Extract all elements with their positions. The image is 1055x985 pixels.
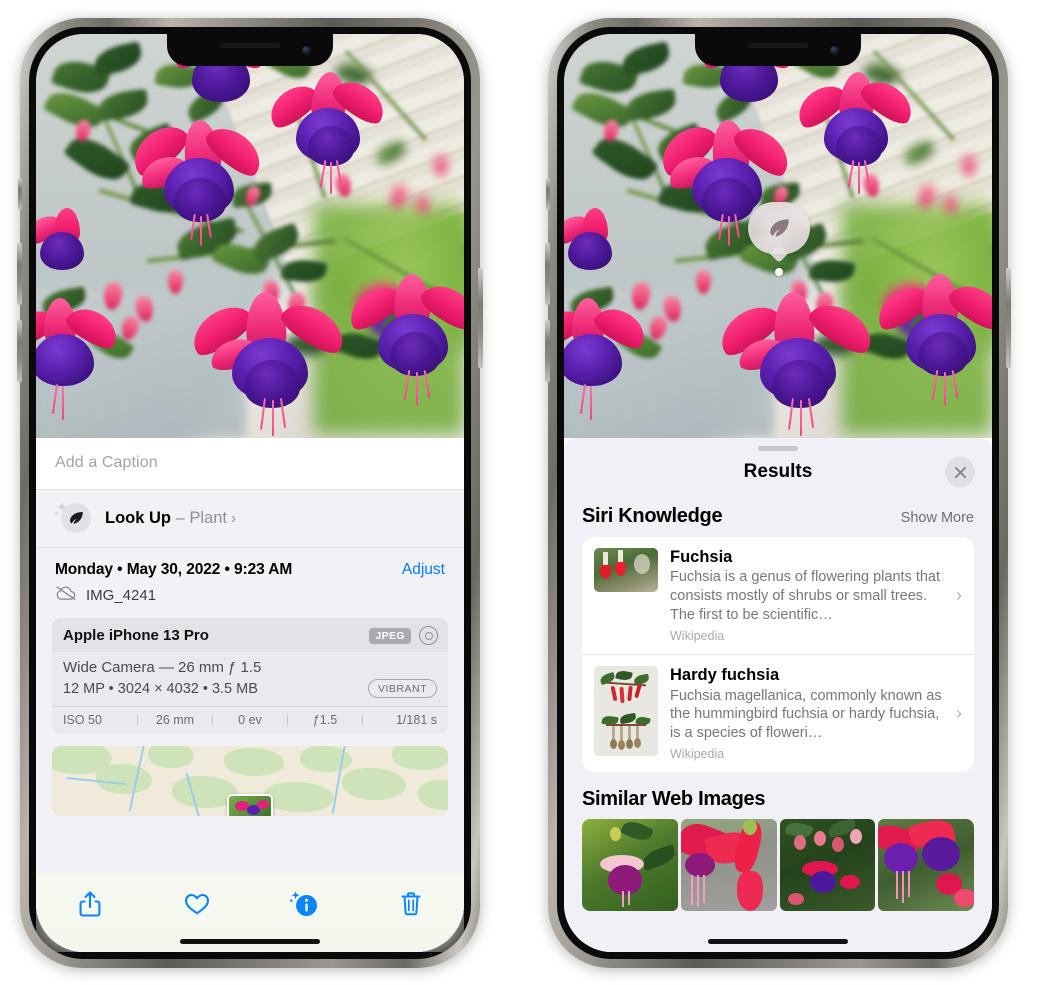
lens-description: Wide Camera — 26 mm ƒ 1.5 [63,659,262,676]
size-row: 12 MP • 3024 × 4032 • 3.5 MB VIBRANT [63,679,437,698]
earpiece-speaker [748,43,808,48]
result-body: Hardy fuchsia Fuchsia magellanica, commo… [670,666,942,761]
chevron-right-icon: › [956,703,962,724]
result-title: Fuchsia [670,548,733,566]
notch [167,34,333,66]
home-indicator[interactable] [708,939,848,944]
photographic-style-badge: VIBRANT [367,679,437,698]
volume-down-button[interactable] [545,320,550,382]
favorite-button[interactable] [169,886,225,922]
sparkle-small-icon: ✦ [53,509,60,518]
exif-exposure: 0 ev [238,713,262,727]
adjust-button[interactable]: Adjust [402,561,445,579]
silent-switch[interactable] [18,178,22,210]
look-up-dash: – [171,508,190,527]
look-up-row[interactable]: ✦ ✦ Look Up – Plant › [36,490,464,548]
leaf-icon[interactable] [748,202,810,254]
visual-look-up-anchor-dot [775,268,783,276]
share-button[interactable] [62,886,118,922]
caption-input[interactable]: Add a Caption [55,454,445,472]
photo-viewer-right[interactable] [564,34,992,438]
exif-focal: 26 mm [155,713,195,727]
list-item[interactable]: Hardy fuchsia Fuchsia magellanica, commo… [582,654,974,772]
volume-up-button[interactable] [17,243,22,305]
result-source: Wikipedia [670,629,725,644]
exif-iso: ISO 50 [63,713,102,727]
photo-date: Monday • May 30, 2022 • 9:23 AM [55,561,293,578]
siri-knowledge-header: Siri Knowledge Show More [564,493,992,537]
format-badge: JPEG [369,627,411,644]
photo-info-sheet: Add a Caption ✦ ✦ Look Up – Plant › Mond… [36,438,464,952]
results-header: Results [564,451,992,493]
look-up-icon-wrap: ✦ ✦ [53,500,91,533]
screenshot-canvas: Add a Caption ✦ ✦ Look Up – Plant › Mond… [0,0,1055,985]
home-indicator[interactable] [180,939,320,944]
look-up-label: Look Up – Plant › [105,509,236,528]
left-bezel: Add a Caption ✦ ✦ Look Up – Plant › Mond… [29,27,471,959]
icloud-slash-icon [55,585,77,606]
result-title: Hardy fuchsia [670,666,780,685]
file-row: IMG_4241 [36,585,464,618]
info-button[interactable] [276,886,332,922]
earpiece-speaker [220,43,280,48]
result-source: Wikipedia [670,747,725,762]
side-power-button[interactable] [1006,268,1011,368]
image-size: 12 MP • 3024 × 4032 • 3.5 MB [63,680,258,697]
front-camera [830,46,839,55]
exif-row: ISO 50 26 mm 0 ev ƒ1.5 1/181 s [52,706,448,734]
similar-web-images-strip[interactable] [564,819,992,912]
caption-field-row[interactable]: Add a Caption [36,438,464,490]
front-camera [302,46,311,55]
result-body: Fuchsia Fuchsia is a genus of flowering … [670,548,942,643]
left-screen: Add a Caption ✦ ✦ Look Up – Plant › Mond… [36,34,464,952]
chevron-right-icon: › [956,585,962,606]
leaf-icon [61,503,91,533]
silent-switch[interactable] [546,178,550,210]
similar-web-images-title: Similar Web Images [582,788,766,811]
photo-filename: IMG_4241 [86,587,157,604]
lens-icon [419,626,438,645]
result-thumbnail [594,548,658,592]
iphone-left: Add a Caption ✦ ✦ Look Up – Plant › Mond… [17,18,483,968]
delete-button[interactable] [383,886,439,922]
result-description: Fuchsia is a genus of flowering plants t… [670,569,941,623]
result-description: Fuchsia magellanica, commonly known as t… [670,687,942,741]
results-title: Results [743,461,813,482]
siri-knowledge-card: Fuchsia Fuchsia is a genus of flowering … [582,537,974,773]
photo-near-layer [36,34,464,438]
location-map[interactable] [52,746,448,816]
camera-card-header: Apple iPhone 13 Pro JPEG [52,618,448,652]
similar-image-tile[interactable] [582,819,678,912]
right-screen: Results Siri Knowledge Show More Fuchsia… [564,34,992,952]
photo-viewer-left[interactable] [36,34,464,438]
result-thumbnail [594,666,658,757]
chevron-right-icon: › [230,509,236,527]
close-icon[interactable] [945,457,975,487]
look-up-title: Look Up [105,508,171,527]
look-up-subject: Plant [189,508,227,527]
results-sheet: Results Siri Knowledge Show More Fuchsia… [564,438,992,952]
siri-knowledge-title: Siri Knowledge [582,505,723,527]
camera-header-badges: JPEG [369,626,438,645]
exif-aperture: ƒ1.5 [312,713,338,727]
volume-up-button[interactable] [545,243,550,305]
date-row: Monday • May 30, 2022 • 9:23 AM Adjust [36,548,464,585]
camera-card-body: Wide Camera — 26 mm ƒ 1.5 12 MP • 3024 ×… [52,652,448,706]
similar-image-tile[interactable] [680,819,777,912]
exif-shutter: 1/181 s [395,713,437,727]
volume-down-button[interactable] [17,320,22,382]
camera-model: Apple iPhone 13 Pro [63,627,209,644]
side-power-button[interactable] [478,268,483,368]
iphone-right: Results Siri Knowledge Show More Fuchsia… [545,18,1011,968]
camera-info-card: Apple iPhone 13 Pro JPEG Wide Camera — 2… [52,618,448,734]
similar-web-images-header: Similar Web Images [564,772,992,819]
show-more-button[interactable]: Show More [901,510,974,526]
notch [695,34,861,66]
right-bezel: Results Siri Knowledge Show More Fuchsia… [557,27,999,959]
list-item[interactable]: Fuchsia Fuchsia is a genus of flowering … [582,537,974,654]
similar-image-tile[interactable] [779,819,876,912]
similar-image-tile[interactable] [878,819,974,912]
photo-location-pin[interactable] [227,794,273,816]
